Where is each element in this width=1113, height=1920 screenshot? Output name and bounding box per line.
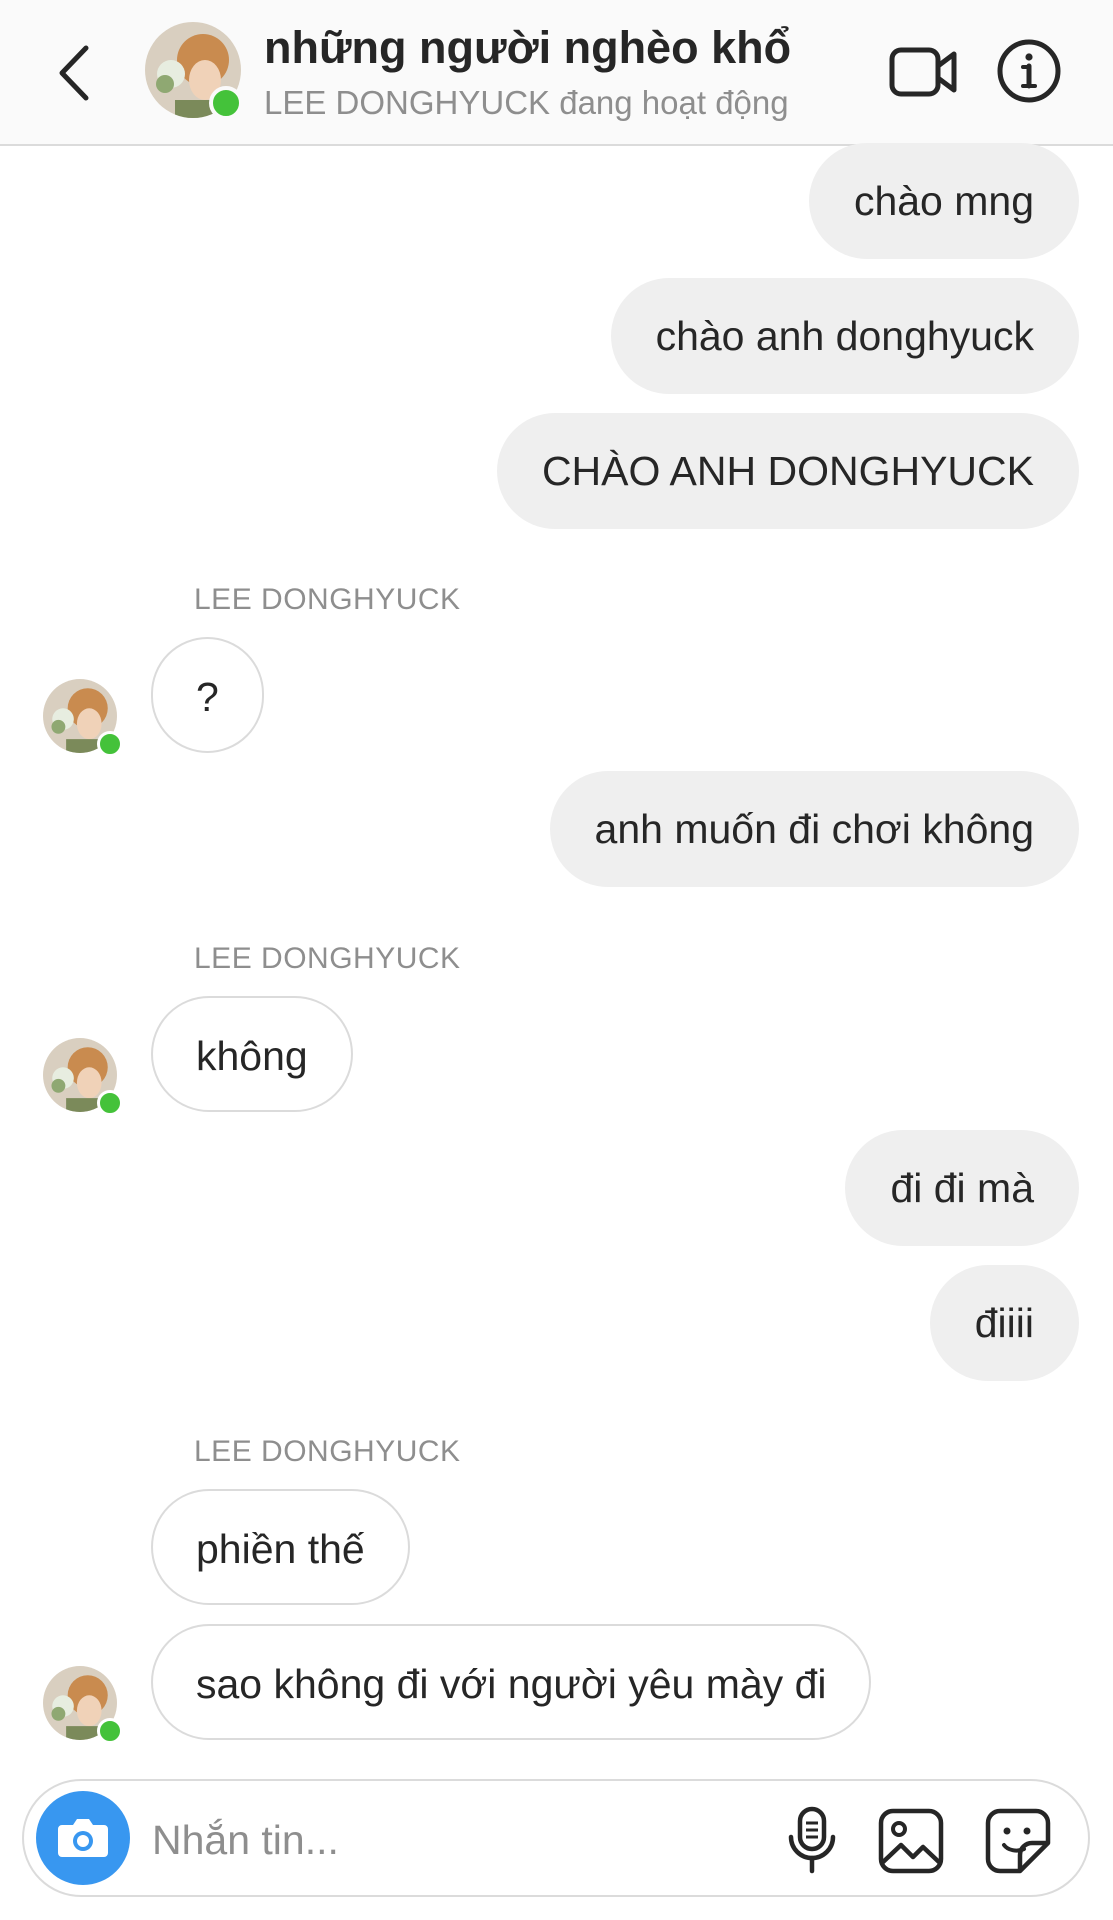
sender-avatar[interactable] bbox=[43, 679, 123, 757]
sender-name: LEE DONGHYUCK bbox=[194, 583, 461, 616]
incoming-message[interactable]: ? bbox=[151, 637, 264, 753]
image-gallery-icon bbox=[878, 1808, 944, 1874]
group-avatar[interactable] bbox=[145, 22, 243, 120]
outgoing-message[interactable]: chào mng bbox=[808, 143, 1079, 259]
voice-message-button[interactable] bbox=[784, 1805, 840, 1875]
outgoing-message[interactable]: chào anh donghyuck bbox=[610, 278, 1079, 394]
gallery-button[interactable] bbox=[877, 1807, 945, 1875]
video-camera-icon bbox=[889, 47, 957, 97]
active-status: LEE DONGHYUCK đang hoạt động bbox=[264, 84, 789, 121]
camera-icon bbox=[58, 1819, 108, 1857]
outgoing-message[interactable]: điiii bbox=[929, 1265, 1079, 1381]
sticker-icon bbox=[985, 1808, 1051, 1874]
info-button[interactable] bbox=[996, 38, 1062, 104]
chat-title[interactable]: những người nghèo khổ bbox=[264, 22, 791, 74]
message-composer bbox=[22, 1779, 1090, 1897]
online-status-dot bbox=[209, 86, 243, 120]
incoming-message[interactable]: sao không đi với người yêu mày đi bbox=[151, 1624, 872, 1740]
incoming-message[interactable]: không bbox=[151, 996, 353, 1112]
outgoing-message[interactable]: CHÀO ANH DONGHYUCK bbox=[496, 413, 1079, 529]
video-call-button[interactable] bbox=[888, 40, 960, 104]
incoming-message[interactable]: phiền thế bbox=[151, 1489, 410, 1605]
outgoing-message[interactable]: anh muốn đi chơi không bbox=[549, 771, 1079, 887]
message-input[interactable] bbox=[150, 1799, 774, 1881]
sender-avatar[interactable] bbox=[43, 1666, 123, 1744]
sender-avatar[interactable] bbox=[43, 1038, 123, 1116]
chevron-left-icon bbox=[59, 45, 89, 101]
microphone-icon bbox=[788, 1806, 836, 1874]
outgoing-message[interactable]: đi đi mà bbox=[845, 1130, 1079, 1246]
online-status-dot bbox=[97, 731, 123, 757]
sender-name: LEE DONGHYUCK bbox=[194, 1435, 461, 1468]
online-status-dot bbox=[97, 1090, 123, 1116]
sticker-button[interactable] bbox=[984, 1807, 1052, 1875]
sender-name: LEE DONGHYUCK bbox=[194, 942, 461, 975]
chat-header: những người nghèo khổ LEE DONGHYUCK đang… bbox=[0, 0, 1113, 146]
info-icon bbox=[997, 39, 1061, 103]
back-button[interactable] bbox=[48, 38, 108, 108]
camera-button[interactable] bbox=[36, 1791, 130, 1885]
online-status-dot bbox=[97, 1718, 123, 1744]
